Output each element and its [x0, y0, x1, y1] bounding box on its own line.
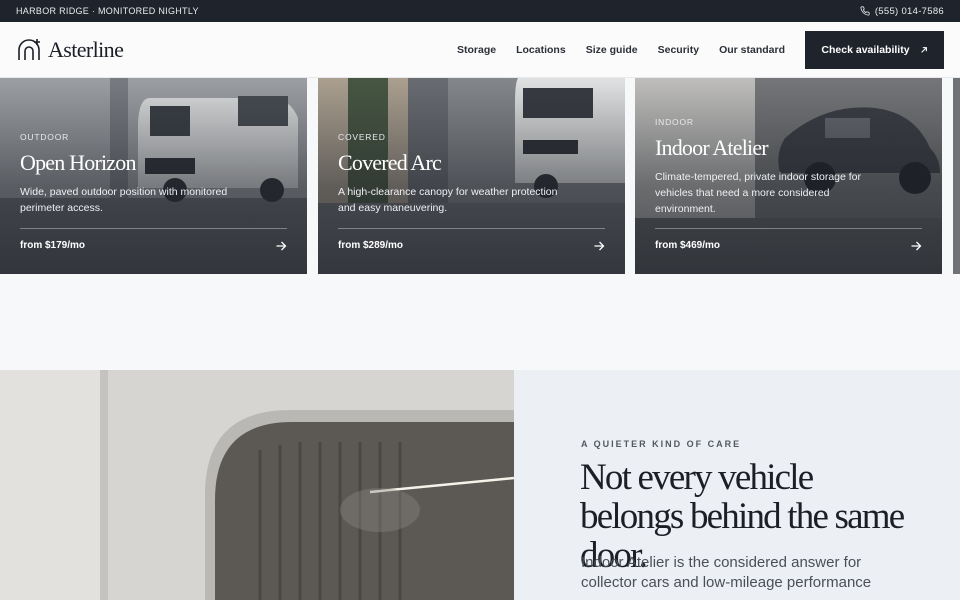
feature-image: [0, 370, 514, 600]
nav-item-locations[interactable]: Locations: [516, 44, 566, 56]
card-eyebrow: COVERED: [338, 132, 386, 142]
feature-panel: A QUIETER KIND OF CARE Not every vehicle…: [514, 370, 960, 600]
card-eyebrow: INDOOR: [655, 117, 694, 127]
nav-item-size-guide[interactable]: Size guide: [586, 44, 638, 56]
storage-cards: OUTDOOR Open Horizon Wide, paved outdoor…: [0, 78, 960, 274]
card-content: OUTDOOR Open Horizon Wide, paved outdoor…: [20, 132, 287, 216]
arrow-right-icon: [911, 241, 922, 251]
arrow-up-right-icon: [920, 46, 927, 53]
card-price: from $289/mo: [338, 240, 404, 251]
phone-number: (555) 014-7586: [874, 5, 944, 17]
arrow-right-icon: [276, 241, 287, 251]
card-divider: [655, 228, 922, 229]
arrow-right-icon: [594, 241, 605, 251]
phone-link[interactable]: (555) 014-7586: [860, 6, 944, 17]
nav-menu: Storage Locations Size guide Security Ou…: [457, 44, 785, 56]
phone-icon: [860, 6, 870, 16]
card-content: INDOOR Indoor Atelier Climate-tempered, …: [655, 117, 922, 217]
card-divider: [338, 228, 605, 229]
utility-bar: HARBOR RIDGE · MONITORED NIGHTLY (555) 0…: [0, 0, 960, 22]
card-price: from $469/mo: [655, 240, 721, 251]
check-availability-label: Check availability: [821, 43, 910, 56]
storage-card-indoor[interactable]: INDOOR Indoor Atelier Climate-tempered, …: [635, 78, 942, 274]
storage-card-peek: [953, 78, 960, 274]
arched-garage-image: [0, 370, 514, 600]
card-eyebrow: OUTDOOR: [20, 132, 70, 142]
brand-logo-link[interactable]: Asterline: [16, 36, 124, 63]
asterline-logo-icon: [18, 38, 40, 60]
nav-item-our-standard[interactable]: Our standard: [719, 44, 785, 56]
card-title: Open Horizon: [20, 150, 136, 175]
card-price: from $179/mo: [20, 240, 86, 251]
location-tagline: HARBOR RIDGE · MONITORED NIGHTLY: [16, 6, 199, 16]
card-content: COVERED Covered Arc A high-clearance can…: [338, 132, 605, 216]
section-spacer: [0, 274, 960, 370]
nav-item-security[interactable]: Security: [658, 44, 699, 56]
storage-card-covered[interactable]: COVERED Covered Arc A high-clearance can…: [318, 78, 625, 274]
feature-body: Indoor Atelier is the considered answer …: [581, 554, 872, 591]
card-title: Indoor Atelier: [655, 135, 769, 160]
card-description: Climate-tempered, private indoor storage…: [655, 171, 862, 215]
card-divider: [20, 228, 287, 229]
main-nav: Asterline Storage Locations Size guide S…: [0, 22, 960, 78]
feature-eyebrow: A QUIETER KIND OF CARE: [581, 439, 742, 449]
card-description: A high-clearance canopy for weather prot…: [338, 186, 558, 214]
nav-item-storage[interactable]: Storage: [457, 44, 496, 56]
card-title: Covered Arc: [338, 150, 442, 175]
check-availability-button[interactable]: Check availability: [805, 30, 944, 69]
storage-card-outdoor[interactable]: OUTDOOR Open Horizon Wide, paved outdoor…: [0, 78, 307, 274]
card-description: Wide, paved outdoor position with monito…: [20, 186, 228, 214]
brand-name: Asterline: [48, 36, 124, 62]
